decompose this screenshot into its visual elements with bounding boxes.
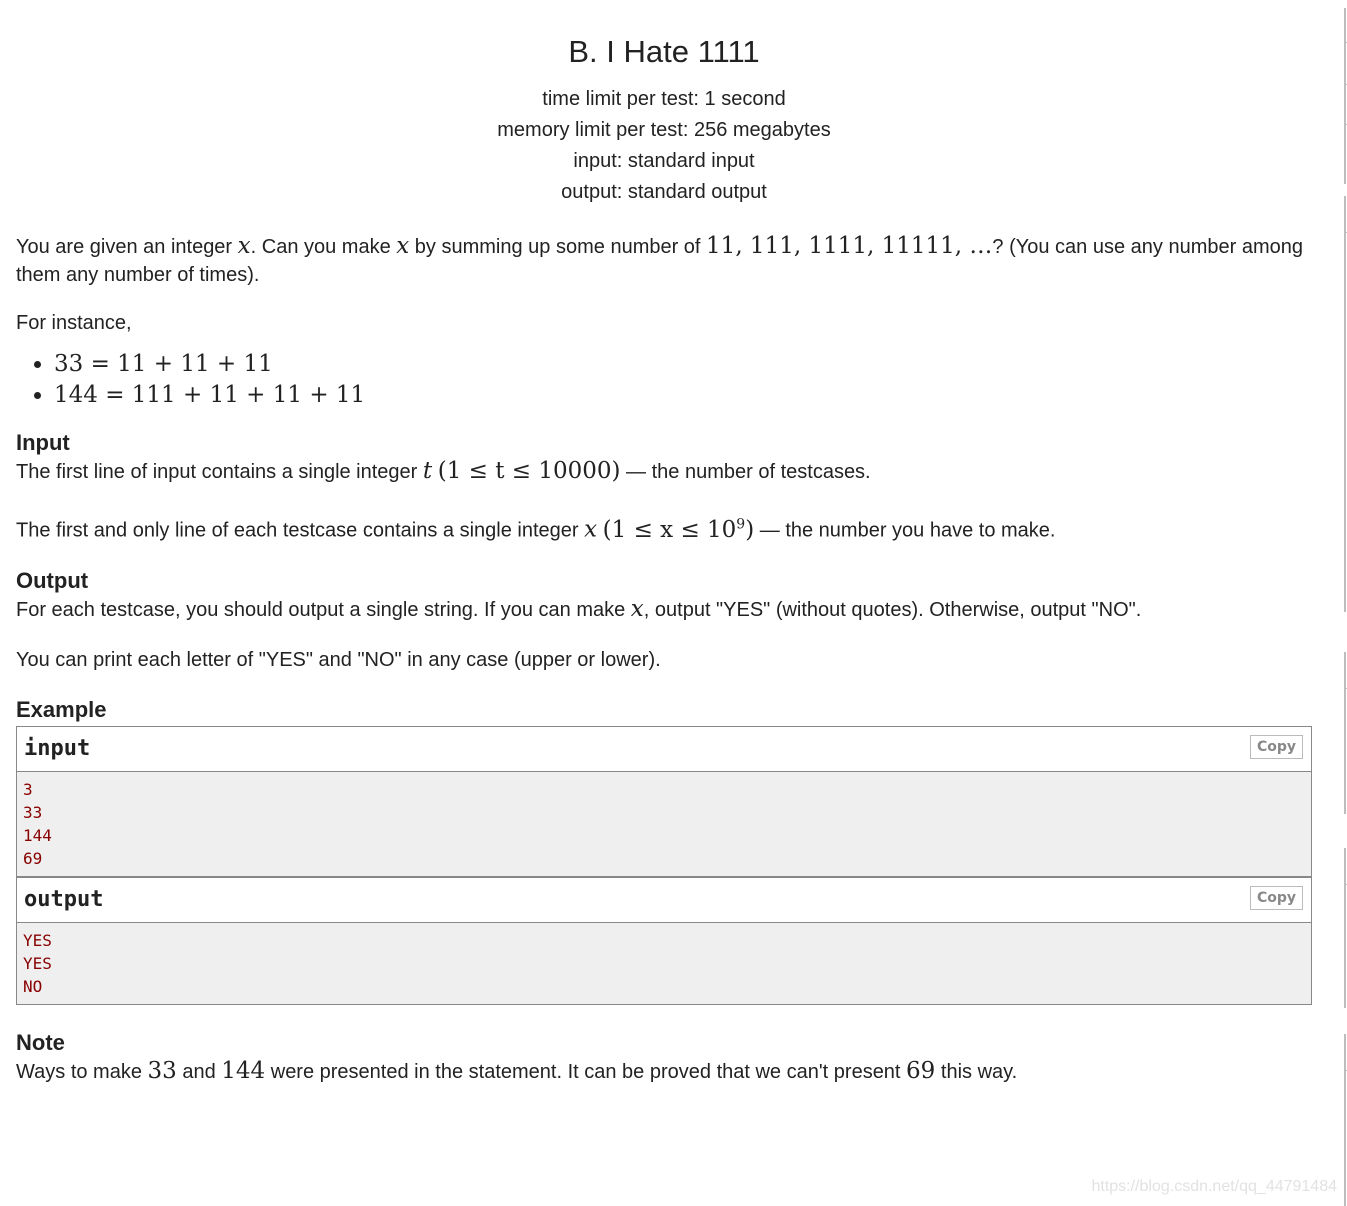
text: You are given an integer [16,236,238,258]
note-paragraph: Ways to make 33 and 144 were presented i… [16,1057,1312,1086]
problem-header: B. I Hate 1111 time limit per test: 1 se… [16,0,1312,208]
input-paragraph: The first line of input contains a singl… [16,457,1312,486]
sample-output-line: YES [23,930,52,950]
text: The first and only line of each testcase… [16,519,585,542]
text: , output "YES" (without quotes). Otherwi… [643,598,1142,621]
copy-output-button[interactable]: Copy [1249,885,1303,910]
sample-output-line: NO [23,976,43,996]
sidebar-box-edge [1344,652,1346,814]
output-paragraph: You can print each letter of "YES" and "… [16,648,661,671]
for-instance: For instance, [16,312,132,334]
math-var-x: x [237,233,251,259]
text: and [176,1060,222,1083]
example-item: 144 = 111 + 11 + 11 + 11 [54,380,1312,411]
sample-input-title: input [24,735,91,761]
input-section-title: Input [16,430,70,455]
text: were presented in the statement. It can … [265,1060,907,1083]
text: by summing up some number of [409,236,707,258]
text: — the number you have to make. [754,519,1056,542]
example-section-title: Example [16,696,107,722]
time-limit: time limit per test: 1 second [542,88,786,110]
example-item: 33 = 11 + 11 + 11 [54,349,1312,380]
sample-input: 3 33 144 69 [17,771,1311,878]
statement-paragraph: You are given an integer x. Can you make… [16,232,1312,289]
math-constraint: (1 ≤ t ≤ 10000) [437,458,621,484]
example-list: 33 = 11 + 11 + 11 144 = 111 + 11 + 11 + … [16,349,1312,411]
problem-title: B. I Hate 1111 [568,34,760,69]
note-section-title: Note [16,1029,65,1055]
text: The first line of input contains a singl… [16,461,423,483]
sample-input-header: input Copy [17,726,1311,772]
watermark: https://blog.csdn.net/qq_44791484 [1091,1178,1337,1195]
math-number: 33 [147,1057,177,1084]
sidebar-box-edge [1344,8,1346,184]
output-specification: Output For each testcase, you should out… [16,567,1312,674]
sidebar-box-edge [1344,848,1346,1008]
sample-tests: Example input Copy 3 33 144 69 output Co… [16,696,1312,1005]
math-var-x: x [396,233,410,259]
copy-input-button[interactable]: Copy [1249,734,1303,759]
math-number: 69 [906,1057,936,1084]
sidebar-box-edge [1344,196,1346,612]
memory-limit: memory limit per test: 256 megabytes [497,119,831,141]
math-var-x: x [584,516,598,543]
math-number: 144 [221,1057,266,1084]
sample-input-line: 33 [23,802,43,822]
sidebar-box-edge [1344,1034,1346,1206]
input-paragraph: The first and only line of each testcase… [16,510,1312,545]
sample-output: YES YES NO [17,922,1311,1004]
sample-output-header: output Copy [17,877,1311,923]
note-section: Note Ways to make 33 and 144 were presen… [16,1029,1312,1086]
text: — the number of testcases. [620,461,871,483]
math-var-x: x [630,595,644,622]
text: this way. [935,1060,1018,1083]
output-file: output: standard output [561,181,767,203]
text: Ways to make [16,1060,148,1083]
text: For each testcase, you should output a s… [16,598,631,621]
sample-test-box: input Copy 3 33 144 69 output Copy YES Y… [16,725,1312,1005]
math-part: (1 ≤ x ≤ 10 [602,516,737,543]
sample-input-line: 69 [23,848,43,868]
math-constraint: (1 ≤ x ≤ 109) [602,516,755,543]
output-paragraph: For each testcase, you should output a s… [16,595,1312,624]
sample-output-title: output [24,886,104,912]
sample-output-line: YES [23,953,52,973]
math-exponent: 9 [736,516,746,532]
math-var-t: t [422,458,433,484]
text: . Can you make [250,236,397,258]
math-series: 11, 111, 1111, 11111, … [706,233,993,259]
output-section-title: Output [16,567,89,593]
sample-input-line: 144 [23,825,52,845]
math-part: ) [745,516,755,543]
sample-input-line: 3 [23,779,33,799]
input-specification: Input The first line of input contains a… [16,429,1312,545]
problem-statement: B. I Hate 1111 time limit per test: 1 se… [16,0,1312,1086]
input-file: input: standard input [573,150,755,172]
